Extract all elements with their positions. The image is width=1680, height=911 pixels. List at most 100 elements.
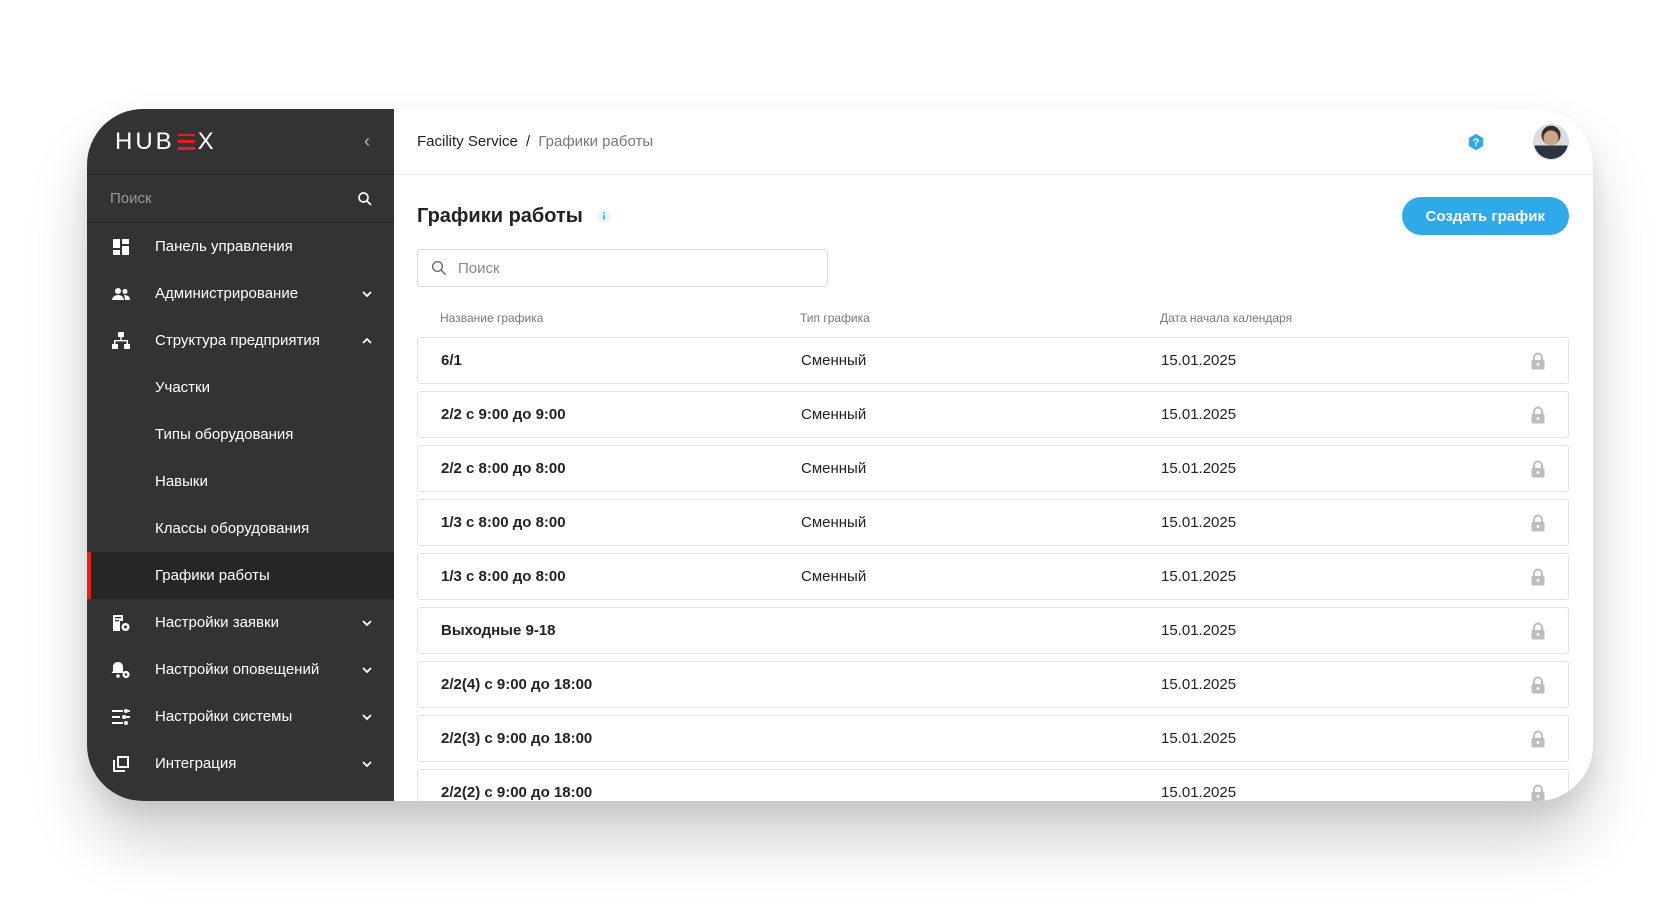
lock-icon [1531, 514, 1545, 531]
users-icon [111, 284, 131, 304]
column-header-start-date[interactable]: Дата начала календаря [1160, 311, 1593, 337]
table-row[interactable]: 2/2 с 9:00 до 9:00 Сменный 15.01.2025 [417, 391, 1569, 438]
lock-icon [1531, 676, 1545, 693]
sidebar-item-work-schedules[interactable]: Графики работы [87, 552, 394, 599]
sidebar-nav: Панель управления Администрирование Стру… [87, 223, 394, 787]
user-avatar[interactable] [1533, 123, 1569, 160]
sidebar: HUB X ‹ Поиск Панель управления Админист… [87, 109, 394, 801]
sidebar-item-label: Настройки системы [155, 708, 293, 725]
schedule-start-date: 15.01.2025 [1161, 730, 1237, 747]
chevron-down-icon[interactable] [360, 710, 374, 724]
request-settings-icon [111, 613, 131, 633]
schedule-start-date: 15.01.2025 [1161, 460, 1237, 477]
chevron-down-icon[interactable] [360, 663, 374, 677]
breadcrumb-separator: / [526, 133, 531, 150]
table-row[interactable]: Выходные 9-18 15.01.2025 [417, 607, 1569, 654]
schedule-name: 2/2(4) с 9:00 до 18:00 [441, 676, 593, 693]
breadcrumb: Facility Service / Графики работы [417, 133, 653, 150]
chevron-up-icon[interactable] [360, 334, 374, 348]
sidebar-item-label: Структура предприятия [155, 332, 320, 349]
schedule-start-date: 15.01.2025 [1161, 406, 1237, 423]
table-row[interactable]: 2/2(2) с 9:00 до 18:00 15.01.2025 [417, 769, 1569, 801]
sidebar-item-label: Классы оборудования [155, 520, 310, 537]
column-header-name[interactable]: Название графика [440, 311, 800, 337]
page-title: Графики работы [417, 204, 583, 227]
schedule-start-date: 15.01.2025 [1161, 784, 1237, 801]
sidebar-item-notification-settings[interactable]: Настройки оповещений [87, 646, 394, 693]
column-header-type[interactable]: Тип графика [800, 311, 1160, 337]
sidebar-item-label: Панель управления [155, 238, 293, 255]
chevron-down-icon[interactable] [360, 616, 374, 630]
lock-icon [1531, 784, 1545, 801]
table-row[interactable]: 1/3 с 8:00 до 8:00 Сменный 15.01.2025 [417, 553, 1569, 600]
sidebar-item-equipment-types[interactable]: Типы оборудования [87, 411, 394, 458]
schedule-name: 1/3 с 8:00 до 8:00 [441, 514, 566, 531]
schedule-name: 2/2(2) с 9:00 до 18:00 [441, 784, 593, 801]
topbar-actions: ? [1467, 123, 1569, 160]
table-row[interactable]: 1/3 с 8:00 до 8:00 Сменный 15.01.2025 [417, 499, 1569, 546]
topbar: Facility Service / Графики работы ? [394, 109, 1593, 175]
sidebar-item-system-settings[interactable]: Настройки системы [87, 693, 394, 740]
search-icon[interactable] [356, 190, 374, 208]
lock-icon [1531, 460, 1545, 477]
sidebar-item-sites[interactable]: Участки [87, 364, 394, 411]
table-header: Название графика Тип графика Дата начала… [394, 287, 1593, 337]
sidebar-item-label: Типы оборудования [155, 426, 294, 443]
hubex-logo[interactable]: HUB X [115, 128, 217, 156]
schedule-start-date: 15.01.2025 [1161, 676, 1237, 693]
sidebar-header: HUB X ‹ [87, 109, 394, 175]
help-icon[interactable]: ? [1467, 133, 1485, 151]
schedule-start-date: 15.01.2025 [1161, 622, 1237, 639]
table-row[interactable]: 2/2(4) с 9:00 до 18:00 15.01.2025 [417, 661, 1569, 708]
table-row[interactable]: 2/2(3) с 9:00 до 18:00 15.01.2025 [417, 715, 1569, 762]
lock-icon [1531, 406, 1545, 423]
sidebar-item-administration[interactable]: Администрирование [87, 270, 394, 317]
table-row[interactable]: 6/1 Сменный 15.01.2025 [417, 337, 1569, 384]
breadcrumb-current: Графики работы [538, 133, 654, 150]
sidebar-item-label: Участки [155, 379, 210, 396]
create-schedule-button[interactable]: Создать график [1401, 197, 1569, 235]
sidebar-search[interactable]: Поиск [87, 175, 394, 223]
collapse-sidebar-icon[interactable]: ‹ [364, 131, 370, 152]
sidebar-item-label: Администрирование [155, 285, 299, 302]
dashboard-icon [111, 237, 131, 257]
breadcrumb-root[interactable]: Facility Service [417, 133, 518, 150]
page-title-wrap: Графики работы [417, 205, 611, 228]
sidebar-item-label: Настройки оповещений [155, 661, 320, 678]
sidebar-item-label: Интеграция [155, 755, 237, 772]
info-icon[interactable] [597, 209, 611, 223]
chevron-down-icon[interactable] [360, 287, 374, 301]
lock-icon [1531, 352, 1545, 369]
schedule-type: Сменный [801, 568, 867, 585]
sidebar-item-structure[interactable]: Структура предприятия [87, 317, 394, 364]
table-row[interactable]: 2/2 с 8:00 до 8:00 Сменный 15.01.2025 [417, 445, 1569, 492]
lock-icon [1531, 730, 1545, 747]
sidebar-search-placeholder: Поиск [110, 190, 152, 207]
schedule-name: 2/2 с 9:00 до 9:00 [441, 406, 566, 423]
sidebar-item-label: Графики работы [155, 567, 270, 584]
main-content: Facility Service / Графики работы ? Граф… [394, 109, 1593, 801]
schedule-start-date: 15.01.2025 [1161, 568, 1237, 585]
schedule-start-date: 15.01.2025 [1161, 352, 1237, 369]
lock-icon [1531, 568, 1545, 585]
schedule-start-date: 15.01.2025 [1161, 514, 1237, 531]
sidebar-item-request-settings[interactable]: Настройки заявки [87, 599, 394, 646]
schedule-name: 2/2 с 8:00 до 8:00 [441, 460, 566, 477]
system-settings-icon [111, 707, 131, 727]
integration-icon [111, 754, 131, 774]
schedule-search-input[interactable]: Поиск [417, 249, 828, 287]
lock-icon [1531, 622, 1545, 639]
search-placeholder: Поиск [458, 259, 500, 277]
sidebar-item-equipment-classes[interactable]: Классы оборудования [87, 505, 394, 552]
schedule-name: 1/3 с 8:00 до 8:00 [441, 568, 566, 585]
structure-icon [111, 331, 131, 351]
sidebar-item-integration[interactable]: Интеграция [87, 740, 394, 787]
sidebar-item-skills[interactable]: Навыки [87, 458, 394, 505]
chevron-down-icon[interactable] [360, 757, 374, 771]
notification-settings-icon [111, 660, 131, 680]
app-window: HUB X ‹ Поиск Панель управления Админист… [87, 109, 1593, 801]
schedule-name: 2/2(3) с 9:00 до 18:00 [441, 730, 593, 747]
schedule-name: Выходные 9-18 [441, 622, 556, 639]
sidebar-item-dashboard[interactable]: Панель управления [87, 223, 394, 270]
schedule-type: Сменный [801, 352, 867, 369]
